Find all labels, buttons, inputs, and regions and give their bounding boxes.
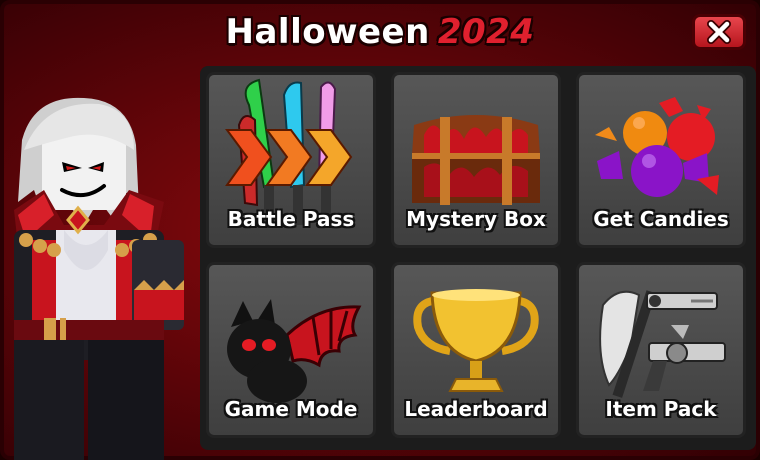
leaderboard-label: Leaderboard bbox=[404, 397, 548, 421]
leaderboard-button[interactable]: Leaderboard bbox=[391, 262, 561, 438]
get-candies-button[interactable]: Get Candies bbox=[576, 72, 746, 248]
halloween-event-window: Halloween 2024 Battle Pass Mystery Box G… bbox=[0, 0, 760, 460]
title-year: 2024 bbox=[437, 12, 535, 52]
menu-grid: Battle Pass Mystery Box Get Candies Game… bbox=[200, 66, 756, 450]
window-title: Halloween 2024 bbox=[4, 12, 756, 52]
battle-pass-label: Battle Pass bbox=[227, 207, 355, 231]
vampire-avatar-icon bbox=[14, 97, 184, 460]
battle-pass-button[interactable]: Battle Pass bbox=[206, 72, 376, 248]
item-pack-button[interactable]: Item Pack bbox=[576, 262, 746, 438]
game-mode-label: Game Mode bbox=[224, 397, 358, 421]
close-x-icon bbox=[707, 20, 731, 44]
mystery-box-label: Mystery Box bbox=[406, 207, 546, 231]
close-button[interactable] bbox=[692, 14, 746, 50]
get-candies-label: Get Candies bbox=[593, 207, 729, 231]
item-pack-label: Item Pack bbox=[605, 397, 717, 421]
mystery-box-button[interactable]: Mystery Box bbox=[391, 72, 561, 248]
game-mode-button[interactable]: Game Mode bbox=[206, 262, 376, 438]
title-text: Halloween bbox=[225, 12, 430, 52]
